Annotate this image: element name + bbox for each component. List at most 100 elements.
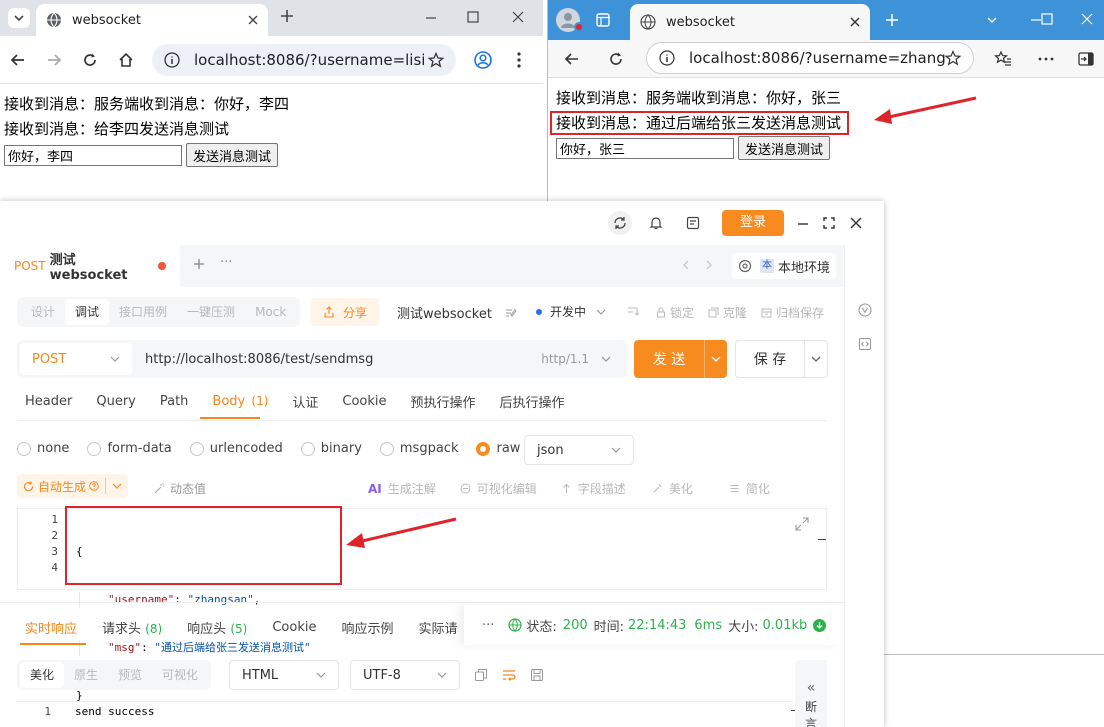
radio-form-data[interactable] [87, 441, 102, 456]
mode-design[interactable]: 设计 [21, 299, 65, 325]
add-tab-icon[interactable] [193, 258, 205, 270]
radio-none[interactable] [17, 441, 31, 456]
restore-icon[interactable] [1041, 13, 1053, 25]
tab-request-headers[interactable]: 请求头 (8) [102, 618, 162, 637]
copy-icon[interactable] [474, 668, 488, 682]
tab-query[interactable]: Query [96, 394, 136, 409]
mode-test-cases[interactable]: 接口用例 [109, 299, 177, 325]
mode-mock[interactable]: Mock [245, 299, 296, 325]
save-dropdown-icon[interactable] [804, 341, 827, 377]
doc-icon[interactable] [686, 216, 700, 230]
favorites-icon[interactable] [994, 50, 1012, 68]
tab-auth[interactable]: 认证 [292, 392, 318, 411]
protocol-selector[interactable]: http/1.1 [541, 352, 589, 366]
send-button[interactable]: 发 送 [634, 340, 727, 378]
forward-icon[interactable] [46, 52, 62, 68]
more-icon[interactable]: ··· [482, 618, 494, 633]
gen-comment-button[interactable]: 生成注解 [388, 480, 436, 497]
new-tab-icon[interactable] [885, 13, 899, 27]
visual-edit-button[interactable]: 可视化编辑 [477, 480, 537, 497]
code-icon[interactable] [858, 337, 872, 351]
profile-icon[interactable] [474, 51, 492, 69]
tab-test-websocket[interactable]: POST 测试websocket [0, 245, 180, 287]
tab-header[interactable]: Header [25, 394, 72, 409]
share-button[interactable]: 分享 [311, 298, 380, 326]
prev-tab-icon[interactable] [682, 260, 690, 270]
tab-response-headers[interactable]: 响应头 (5) [187, 618, 247, 637]
close-window-icon[interactable] [1081, 13, 1093, 25]
environment-selector[interactable]: 本 本地环境 [732, 253, 837, 279]
maximize-icon[interactable] [467, 11, 479, 23]
reload-icon[interactable] [608, 51, 624, 67]
minimize-icon[interactable] [425, 12, 437, 24]
back-icon[interactable] [564, 51, 580, 67]
clone-action[interactable]: 克隆 [723, 304, 747, 321]
mode-load-test[interactable]: 一键压测 [177, 299, 245, 325]
radio-binary[interactable] [300, 441, 315, 456]
field-desc-button[interactable]: 字段描述 [578, 480, 626, 497]
save-response-icon[interactable] [530, 668, 544, 682]
send-test-button[interactable]: 发送消息测试 [738, 136, 831, 160]
notification-bell-icon[interactable] [649, 216, 663, 230]
message-input[interactable] [4, 144, 182, 166]
favorite-star-icon[interactable] [945, 50, 961, 66]
tab-search-icon[interactable] [8, 8, 30, 28]
maximize-icon[interactable] [823, 217, 835, 229]
sidebar-toggle-icon[interactable] [1078, 51, 1094, 67]
view-beautify[interactable]: 美化 [20, 662, 65, 688]
radio-urlencoded[interactable] [189, 441, 204, 456]
view-raw[interactable]: 原生 [64, 662, 108, 688]
back-icon[interactable] [10, 52, 26, 68]
close-tab-icon[interactable] [850, 17, 860, 27]
site-info-icon[interactable] [659, 50, 675, 66]
new-tab-icon[interactable] [280, 9, 294, 23]
sort-icon[interactable] [627, 305, 641, 317]
minimize-icon[interactable] [797, 218, 809, 230]
more-menu-icon[interactable] [1038, 57, 1054, 61]
save-button[interactable]: 保 存 [735, 340, 828, 378]
download-icon[interactable] [813, 618, 827, 632]
tab-response-cookie[interactable]: Cookie [272, 620, 316, 635]
menu-kebab-icon[interactable] [517, 52, 521, 68]
next-tab-icon[interactable] [705, 260, 713, 270]
address-bar[interactable]: localhost:8086/?username=zhangsan [646, 42, 974, 74]
message-input[interactable] [556, 137, 734, 159]
tab-response-example[interactable]: 响应示例 [341, 618, 393, 637]
bookmark-star-icon[interactable] [428, 52, 444, 68]
sync-icon[interactable] [608, 211, 632, 235]
tab-actions-icon[interactable] [596, 13, 610, 27]
response-body-viewer[interactable]: 1 send success [17, 701, 799, 727]
close-window-icon[interactable] [850, 217, 862, 229]
beautify-button[interactable]: 美化 [669, 480, 693, 497]
view-preview[interactable]: 预览 [108, 662, 152, 688]
archive-action[interactable]: 归档保存 [776, 304, 824, 321]
versions-icon[interactable] [858, 303, 872, 317]
url-input[interactable]: http://localhost:8086/test/sendmsg [145, 352, 541, 367]
close-window-icon[interactable] [512, 11, 524, 23]
reload-icon[interactable] [82, 52, 98, 68]
method-selector[interactable]: POST [20, 343, 132, 375]
edge-tab-websocket[interactable]: websocket [630, 4, 870, 40]
mode-debug[interactable]: 调试 [65, 299, 110, 325]
assertion-side-panel[interactable]: « 断 言 [795, 660, 827, 727]
expand-icon[interactable] [795, 517, 809, 531]
raw-format-select[interactable]: json [524, 435, 634, 465]
simplify-button[interactable]: 简化 [746, 480, 770, 497]
edit-icon[interactable] [505, 306, 517, 318]
lock-action[interactable]: 锁定 [670, 304, 694, 321]
chevron-down-icon[interactable] [112, 482, 122, 490]
dynamic-value-button[interactable]: 动态值 [154, 480, 206, 497]
auto-generate-button[interactable]: 自动生成 [17, 474, 129, 498]
send-dropdown-icon[interactable] [704, 340, 727, 378]
radio-raw[interactable] [476, 441, 491, 456]
tab-cookie[interactable]: Cookie [342, 394, 386, 409]
tab-live-response[interactable]: 实时响应 [25, 618, 77, 637]
wrap-lines-icon[interactable] [502, 668, 516, 682]
tab-pre-script[interactable]: 预执行操作 [411, 392, 476, 411]
tab-post-script[interactable]: 后执行操作 [500, 392, 565, 411]
encoding-select[interactable]: UTF-8 [350, 660, 460, 690]
tab-actual-request[interactable]: 实际请 [418, 618, 457, 637]
chrome-tab-websocket[interactable]: websocket [36, 4, 268, 36]
radio-msgpack[interactable] [379, 441, 394, 456]
close-tab-icon[interactable] [248, 15, 258, 25]
